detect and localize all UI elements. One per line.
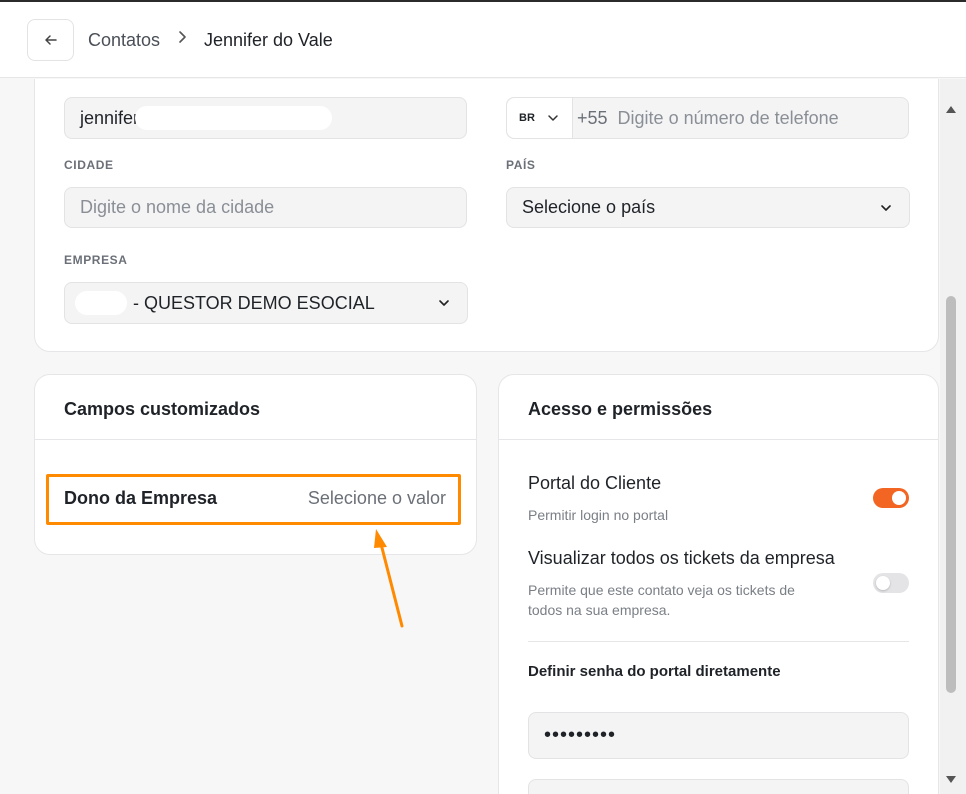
country-code-select[interactable]: BR (507, 98, 573, 138)
chevron-down-icon (548, 115, 558, 121)
breadcrumb-current: Jennifer do Vale (204, 30, 333, 50)
view-all-label: Visualizar todos os tickets da empresa (528, 548, 835, 568)
page-header: Contatos Jennifer do Vale (0, 2, 966, 78)
access-title: Acesso e permissões (528, 399, 713, 419)
divider (499, 439, 938, 440)
view-all-toggle[interactable] (873, 573, 909, 593)
phone-placeholder: Digite o número de telefone (617, 107, 839, 128)
view-all-description-2: todos na sua empresa. (528, 602, 671, 618)
annotation-arrow (374, 529, 404, 628)
city-input[interactable]: Digite o nome da cidade (64, 187, 467, 228)
password-label: Definir senha do portal diretamente (528, 663, 781, 680)
city-label: CIDADE (64, 158, 114, 172)
portal-description: Permitir login no portal (528, 507, 669, 523)
contact-details-card: jennifer BR +55 Digite o número de telef… (34, 79, 939, 352)
breadcrumb-contacts[interactable]: Contatos (88, 30, 160, 51)
email-field[interactable]: jennifer (64, 97, 467, 139)
annotation-highlight-box (46, 474, 461, 525)
dial-prefix: +55 (577, 107, 608, 128)
back-button[interactable] (27, 19, 74, 61)
main-content: jennifer BR +55 Digite o número de telef… (0, 79, 940, 794)
redacted-mask (135, 106, 333, 130)
chevron-down-icon (439, 300, 449, 306)
custom-fields-title: Campos customizados (64, 399, 261, 419)
country-label: PAÍS (506, 158, 536, 172)
access-permissions-card: Acesso e permissões Portal do Cliente Pe… (498, 374, 939, 794)
divider (528, 641, 909, 642)
phone-field[interactable]: BR +55 Digite o número de telefone (506, 97, 909, 139)
company-label: EMPRESA (64, 253, 128, 267)
portal-label: Portal do Cliente (528, 473, 662, 493)
country-select[interactable]: Selecione o país (506, 187, 910, 228)
view-all-description-1: Permite que este contato veja os tickets… (528, 582, 795, 598)
arrow-left-icon (44, 35, 57, 45)
toggle-knob (876, 576, 890, 590)
divider (35, 439, 476, 440)
redacted-mask (75, 291, 127, 315)
company-select[interactable]: - QUESTOR DEMO ESOCIAL (64, 282, 468, 324)
scroll-down-icon[interactable] (945, 775, 957, 785)
toggle-knob (892, 491, 906, 505)
chevron-right-icon (179, 31, 186, 43)
vertical-scrollbar[interactable] (940, 79, 966, 794)
scroll-up-icon[interactable] (945, 104, 957, 114)
chevron-down-icon (881, 204, 891, 211)
password-input[interactable]: ••••••••• (528, 712, 909, 759)
scrollbar-thumb[interactable] (946, 296, 956, 693)
portal-toggle[interactable] (873, 488, 909, 508)
password-confirm-input[interactable] (528, 779, 909, 794)
